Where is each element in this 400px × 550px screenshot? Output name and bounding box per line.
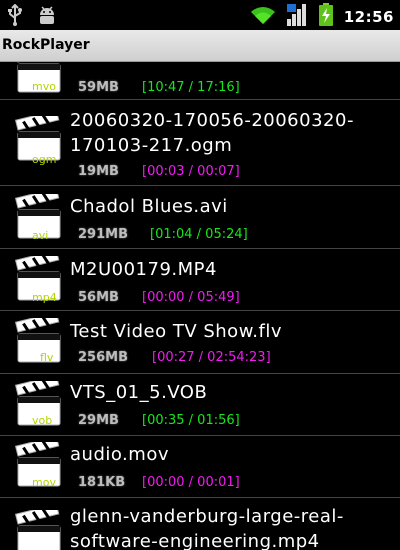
file-row[interactable]: mp4 M2U00179.MP4 56MB [00:00 / 05:49]	[0, 249, 400, 311]
file-name: Chadol Blues.avi	[70, 196, 228, 217]
app-title: RockPlayer	[2, 37, 90, 53]
file-size: 291MB	[78, 227, 128, 242]
file-size: 181KB	[78, 475, 126, 490]
file-row[interactable]: ogm 20060320-170056-20060320- 170103-217…	[0, 101, 400, 186]
file-name: 20060320-170056-20060320- 170103-217.ogm	[70, 108, 392, 158]
file-size: 19MB	[78, 164, 119, 179]
file-name-line: software-engineering.mp4	[70, 531, 320, 550]
playback-position: [00:00 / 00:01]	[142, 475, 240, 490]
video-file-icon	[14, 503, 66, 550]
file-type-label: vob	[32, 414, 53, 427]
app-title-bar: RockPlayer	[0, 30, 400, 62]
file-type-label: ogm	[32, 153, 57, 166]
file-name: VTS_01_5.VOB	[70, 382, 208, 403]
file-name-line: 170103-217.ogm	[70, 135, 233, 156]
file-size: 56MB	[78, 290, 119, 305]
file-row[interactable]: mov audio.mov 181KB [00:00 / 00:01]	[0, 435, 400, 498]
file-name-line: 20060320-170056-20060320-	[70, 110, 354, 131]
file-list[interactable]: mvo 59MB [10:47 / 17:16] ogm 20060320-17…	[0, 62, 400, 550]
file-size: 29MB	[78, 413, 119, 428]
playback-position: [01:04 / 05:24]	[150, 227, 248, 242]
file-row[interactable]: flv Test Video TV Show.flv 256MB [00:27 …	[0, 311, 400, 374]
battery-charging-icon	[318, 3, 334, 31]
file-row[interactable]: glenn-vanderburg-large-real- software-en…	[0, 498, 400, 550]
file-type-label: flv	[40, 351, 54, 364]
file-name: Test Video TV Show.flv	[70, 321, 282, 342]
file-type-label: avi	[32, 229, 49, 242]
file-row[interactable]: vob VTS_01_5.VOB 29MB [00:35 / 01:56]	[0, 374, 400, 436]
file-size: 59MB	[78, 80, 119, 95]
playback-position: [10:47 / 17:16]	[142, 80, 240, 95]
file-name: M2U00179.MP4	[70, 259, 217, 280]
file-row[interactable]: avi Chadol Blues.avi 291MB [01:04 / 05:2…	[0, 186, 400, 249]
playback-position: [00:27 / 02:54:23]	[152, 350, 271, 365]
playback-position: [00:35 / 01:56]	[142, 413, 240, 428]
file-row[interactable]: mvo 59MB [10:47 / 17:16]	[0, 62, 400, 100]
clock: 12:56	[343, 8, 394, 26]
file-name-line: glenn-vanderburg-large-real-	[70, 506, 344, 527]
status-bar: 12:56	[0, 0, 400, 30]
android-debug-icon	[36, 4, 58, 30]
file-type-label: mp4	[32, 291, 57, 304]
playback-position: [00:00 / 05:49]	[142, 290, 240, 305]
usb-icon	[6, 3, 24, 30]
file-size: 256MB	[78, 350, 128, 365]
file-name: audio.mov	[70, 444, 169, 465]
wifi-icon	[250, 4, 276, 30]
playback-position: [00:03 / 00:07]	[142, 164, 240, 179]
file-type-label: mov	[32, 476, 56, 489]
signal-icon	[286, 3, 308, 31]
file-type-label: mvo	[32, 80, 56, 93]
file-name: glenn-vanderburg-large-real- software-en…	[70, 504, 392, 550]
